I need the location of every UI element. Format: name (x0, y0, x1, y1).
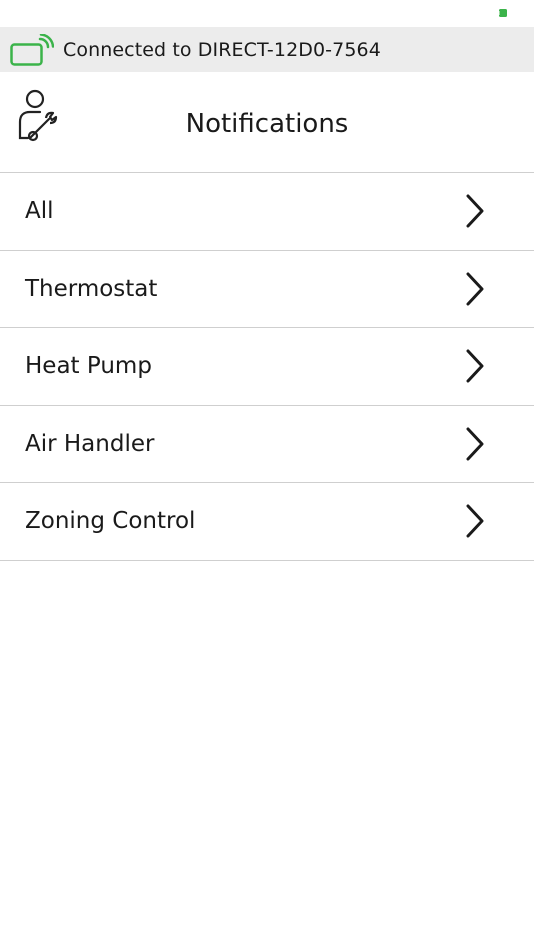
page-title: Notifications (185, 109, 349, 139)
notification-category-list: All Thermostat Heat Pump Air Handler Zon… (0, 172, 534, 561)
list-item-all[interactable]: All (0, 173, 534, 251)
chevron-right-icon (466, 349, 484, 383)
status-bar (0, 0, 534, 27)
chevron-right-icon (466, 194, 484, 228)
wifi-device-icon (10, 34, 54, 66)
connection-status-text: Connected to DIRECT-12D0-7564 (63, 39, 381, 61)
list-item-thermostat[interactable]: Thermostat (0, 251, 534, 328)
list-item-label: Air Handler (25, 430, 155, 457)
list-item-label: Heat Pump (25, 353, 152, 380)
chevron-right-icon (466, 504, 484, 538)
list-item-heat-pump[interactable]: Heat Pump (0, 328, 534, 406)
list-item-label: Thermostat (25, 275, 158, 302)
list-item-label: All (25, 198, 54, 225)
list-item-air-handler[interactable]: Air Handler (0, 406, 534, 483)
chevron-right-icon (466, 427, 484, 461)
list-item-label: Zoning Control (25, 508, 196, 535)
chevron-right-icon (466, 272, 484, 306)
battery-icon (498, 9, 507, 17)
list-item-zoning-control[interactable]: Zoning Control (0, 483, 534, 561)
screen: Connected to DIRECT-12D0-7564 Notificati… (0, 0, 534, 950)
